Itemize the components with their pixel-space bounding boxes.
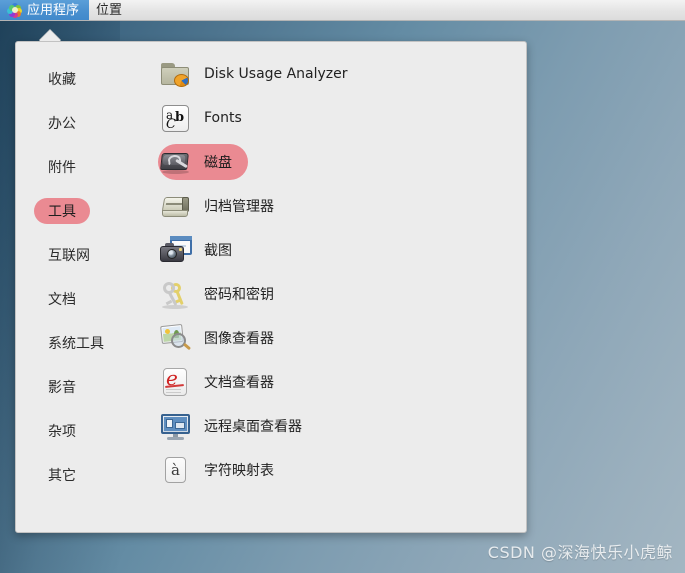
category-item-internet[interactable]: 互联网 [34, 242, 104, 268]
category-row: 其它 [34, 462, 144, 506]
menu-places-label: 位置 [96, 2, 123, 18]
camera-screenshot-icon [158, 233, 194, 267]
app-item-disk-usage-analyzer[interactable]: Disk Usage Analyzer [158, 56, 364, 92]
app-item-passwords-and-keys[interactable]: 密码和密钥 [158, 276, 290, 312]
category-item-accessories[interactable]: 附件 [34, 154, 90, 180]
photo-magnifier-icon [158, 321, 194, 355]
app-label: 截图 [204, 243, 232, 259]
application-row: à 字符映射表 [158, 452, 526, 496]
menu-applications-label: 应用程序 [27, 2, 80, 18]
category-item-misc[interactable]: 杂项 [34, 418, 90, 444]
csdn-watermark: CSDN @深海快乐小虎鲸 [487, 543, 673, 562]
evince-document-icon: e [158, 365, 194, 399]
app-item-fonts[interactable]: abC Fonts [158, 100, 258, 136]
app-item-remote-desktop-viewer[interactable]: 远程桌面查看器 [158, 408, 318, 444]
application-row: 图像查看器 [158, 320, 526, 364]
category-item-other[interactable]: 其它 [34, 462, 90, 488]
app-label: 字符映射表 [204, 463, 274, 479]
menu-places[interactable]: 位置 [89, 0, 132, 20]
category-row: 文档 [34, 286, 144, 330]
app-item-archive-manager[interactable]: 归档管理器 [158, 188, 290, 224]
category-item-tools[interactable]: 工具 [34, 198, 90, 224]
app-item-character-map[interactable]: à 字符映射表 [158, 452, 290, 488]
category-row: 杂项 [34, 418, 144, 462]
category-sidebar: 收藏 办公 附件 工具 互联网 文档 系统工具 影音 杂项 其它 [16, 54, 144, 532]
app-label: Fonts [204, 110, 242, 126]
application-row: e 文档查看器 [158, 364, 526, 408]
app-item-screenshot[interactable]: 截图 [158, 232, 248, 268]
app-item-image-viewer[interactable]: 图像查看器 [158, 320, 290, 356]
category-item-multimedia[interactable]: 影音 [34, 374, 90, 400]
application-row: Disk Usage Analyzer [158, 56, 526, 100]
application-row: 磁盘 [158, 144, 526, 188]
applications-menu-popup: 收藏 办公 附件 工具 互联网 文档 系统工具 影音 杂项 其它 Disk Us… [15, 41, 527, 533]
app-label: 图像查看器 [204, 331, 274, 347]
character-map-icon: à [158, 453, 194, 487]
top-panel: 应用程序 位置 [0, 0, 685, 21]
category-row: 附件 [34, 154, 144, 198]
app-item-disks[interactable]: 磁盘 [158, 144, 248, 180]
app-label: 密码和密钥 [204, 287, 274, 303]
category-row: 收藏 [34, 66, 144, 110]
keys-icon [158, 277, 194, 311]
category-item-system-tools[interactable]: 系统工具 [34, 330, 118, 356]
hard-disk-wrench-icon [158, 145, 194, 179]
category-item-favorites[interactable]: 收藏 [34, 66, 90, 92]
category-row: 办公 [34, 110, 144, 154]
application-row: abC Fonts [158, 100, 526, 144]
folder-pie-chart-icon [158, 57, 194, 91]
file-roller-archive-icon [158, 189, 194, 223]
app-item-document-viewer[interactable]: e 文档查看器 [158, 364, 290, 400]
app-label: 归档管理器 [204, 199, 274, 215]
application-row: 密码和密钥 [158, 276, 526, 320]
abc-font-icon: abC [158, 101, 194, 135]
category-row: 工具 [34, 198, 144, 242]
application-row: 截图 [158, 232, 526, 276]
category-row: 系统工具 [34, 330, 144, 374]
monitor-remote-icon [158, 409, 194, 443]
app-label: Disk Usage Analyzer [204, 66, 348, 82]
menu-applications[interactable]: 应用程序 [0, 0, 90, 20]
application-row: 归档管理器 [158, 188, 526, 232]
application-row: 远程桌面查看器 [158, 408, 526, 452]
category-item-documents[interactable]: 文档 [34, 286, 90, 312]
menu-popup-pointer [39, 30, 61, 41]
app-label: 文档查看器 [204, 375, 274, 391]
category-row: 互联网 [34, 242, 144, 286]
app-label: 磁盘 [204, 155, 232, 171]
app-label: 远程桌面查看器 [204, 419, 302, 435]
gnome-apps-starburst-icon [7, 2, 22, 18]
category-item-office[interactable]: 办公 [34, 110, 90, 136]
application-list: Disk Usage Analyzer abC Fonts 磁盘 归档管理器 截… [144, 54, 526, 532]
category-row: 影音 [34, 374, 144, 418]
